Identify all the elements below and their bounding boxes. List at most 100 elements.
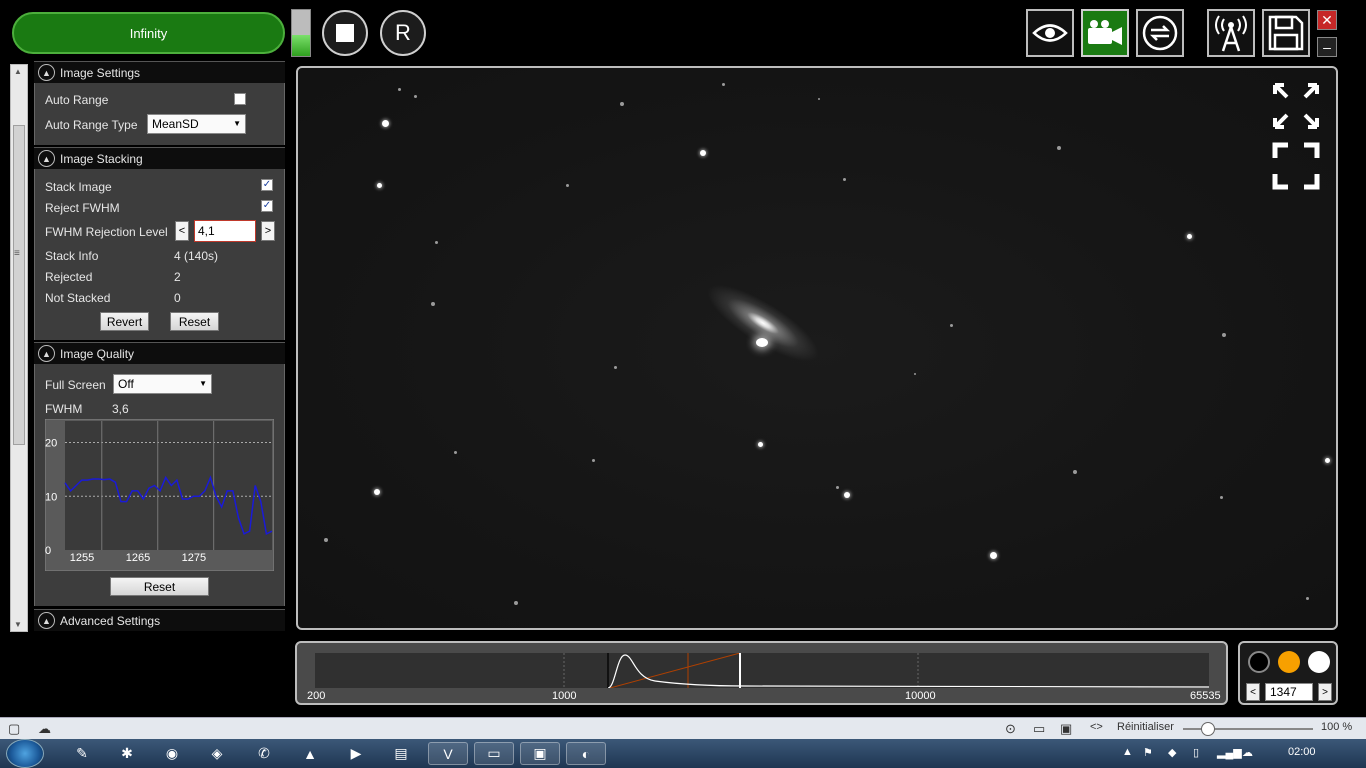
reject-fwhm-checkbox[interactable]: ✓ — [261, 200, 273, 212]
reset-zoom-link[interactable]: Réinitialiser — [1117, 721, 1174, 733]
close-button[interactable]: ✕ — [1317, 10, 1337, 30]
paint-icon[interactable]: ✎ — [62, 742, 102, 765]
star — [435, 241, 438, 244]
frame-number-input[interactable]: 1347 — [1265, 683, 1313, 701]
media-player-icon[interactable]: ▶ — [336, 742, 376, 765]
histogram-panel[interactable]: 200 1000 10000 65535 — [295, 641, 1228, 705]
camera-icon[interactable]: ⊙ — [1005, 721, 1016, 737]
image-settings-header[interactable]: ▲ Image Settings — [34, 61, 285, 83]
zoom-slider-knob[interactable] — [1201, 722, 1215, 736]
tray-arrow-icon[interactable]: ▲ — [1122, 746, 1133, 758]
full-screen-select[interactable]: Off ▼ — [113, 374, 212, 394]
stop-button[interactable] — [322, 10, 368, 56]
stop-icon — [336, 24, 354, 42]
star — [1325, 458, 1330, 463]
flag-icon[interactable]: ⚑ — [1143, 746, 1153, 759]
stack-image-label: Stack Image — [45, 180, 112, 194]
frame-next-button[interactable]: > — [1318, 683, 1332, 701]
image-quality-header[interactable]: ▲ Image Quality — [34, 342, 285, 364]
vlc-icon[interactable]: ▲ — [290, 742, 330, 765]
auto-range-type-select[interactable]: MeanSD ▼ — [147, 114, 246, 134]
chrome-icon[interactable]: ◉ — [152, 742, 192, 765]
zoom-value: 100 % — [1321, 721, 1353, 733]
image-stacking-header[interactable]: ▲ Image Stacking — [34, 147, 285, 169]
quality-reset-button[interactable]: Reset — [110, 577, 209, 596]
fwhm-value: 3,6 — [112, 402, 129, 416]
full-screen-value: Off — [118, 377, 134, 391]
y-tick-label: 0 — [45, 545, 51, 557]
vivaldi-icon[interactable]: V — [428, 742, 468, 765]
not-stacked-value: 0 — [174, 291, 181, 305]
refresh-icon — [1142, 15, 1178, 51]
image-icon[interactable]: ▣ — [1060, 721, 1072, 737]
zoom-in-icon[interactable] — [1272, 82, 1320, 130]
map-icon[interactable]: ◈ — [197, 742, 237, 765]
minimize-button[interactable]: – — [1317, 37, 1337, 57]
star — [843, 178, 846, 181]
chevron-down-icon: ▼ — [199, 379, 207, 388]
grip-icon: ≡ — [14, 248, 20, 259]
auto-range-checkbox[interactable] — [234, 93, 246, 105]
code-icon[interactable]: <> — [1090, 721, 1103, 733]
stacking-reset-button[interactable]: Reset — [170, 312, 219, 331]
whatsapp-icon[interactable]: ✆ — [244, 742, 284, 765]
view-button[interactable] — [1026, 9, 1074, 57]
histogram-10000-label: 10000 — [905, 690, 936, 702]
sharpcap-task-icon[interactable]: ◐ — [566, 742, 606, 765]
histogram-1000-label: 1000 — [552, 690, 577, 702]
scrollbar-thumb[interactable] — [13, 125, 25, 445]
zoom-slider[interactable] — [1183, 722, 1313, 736]
clipboard-icon[interactable]: ▯ — [1193, 746, 1199, 759]
fwhm-rejection-input[interactable]: 4,1 — [194, 220, 256, 242]
star — [414, 95, 417, 98]
star — [614, 366, 617, 369]
revert-button[interactable]: Revert — [100, 312, 149, 331]
star — [566, 184, 569, 187]
stack-image-checkbox[interactable]: ✓ — [261, 179, 273, 191]
screen-icon[interactable]: ▭ — [1033, 721, 1045, 737]
camera-button[interactable] — [1081, 9, 1129, 57]
close-icon: ✕ — [1321, 11, 1333, 28]
white-display-option[interactable] — [1308, 651, 1330, 673]
orange-display-option[interactable] — [1278, 651, 1300, 673]
star — [454, 451, 457, 454]
star — [514, 601, 518, 605]
capture-profile-button[interactable]: Infinity — [12, 12, 285, 54]
fwhm-increment-button[interactable]: > — [261, 221, 275, 241]
bug-icon[interactable]: ✱ — [107, 742, 147, 765]
restart-label: R — [395, 20, 411, 45]
y-tick-label: 10 — [45, 491, 57, 503]
document-icon[interactable]: ▤ — [381, 742, 421, 765]
onedrive-icon[interactable]: ☁ — [1242, 746, 1253, 759]
black-display-option[interactable] — [1248, 651, 1270, 673]
network-icon[interactable]: ▂▄▆ — [1217, 746, 1242, 759]
star — [722, 83, 725, 86]
save-button[interactable] — [1262, 9, 1310, 57]
save-icon — [1268, 15, 1304, 51]
fwhm-decrement-button[interactable]: < — [175, 221, 189, 241]
histogram-max-label: 65535 — [1190, 690, 1221, 702]
folder-icon[interactable]: ▭ — [474, 742, 514, 765]
frame-prev-button[interactable]: < — [1246, 683, 1260, 701]
image-viewer[interactable] — [296, 66, 1338, 630]
app-window-icon[interactable]: ▣ — [520, 742, 560, 765]
star — [1187, 234, 1192, 239]
fit-screen-icon[interactable] — [1272, 142, 1320, 190]
histogram-plot[interactable] — [315, 653, 1209, 688]
broadcast-button[interactable] — [1207, 9, 1255, 57]
star — [382, 120, 389, 127]
restart-button[interactable]: R — [380, 10, 426, 56]
x-tick-label: 1275 — [182, 552, 206, 564]
star — [914, 373, 916, 375]
settings-scrollbar[interactable]: ▲ ≡ ▼ — [10, 64, 28, 632]
cloud-icon[interactable]: ☁ — [38, 721, 51, 737]
image-quality-body: Full Screen Off ▼ FWHM 3,6 0 10 20 1255 1265… — [34, 364, 285, 606]
advanced-settings-header[interactable]: ▲ Advanced Settings — [34, 609, 285, 631]
scroll-down-icon[interactable]: ▼ — [14, 620, 22, 629]
dropbox-icon[interactable]: ◆ — [1168, 746, 1176, 759]
live-stack-button[interactable] — [1136, 9, 1184, 57]
start-button[interactable] — [6, 739, 44, 768]
scroll-up-icon[interactable]: ▲ — [14, 67, 22, 76]
antenna-icon — [1215, 15, 1247, 52]
window-icon[interactable]: ▢ — [8, 721, 20, 737]
